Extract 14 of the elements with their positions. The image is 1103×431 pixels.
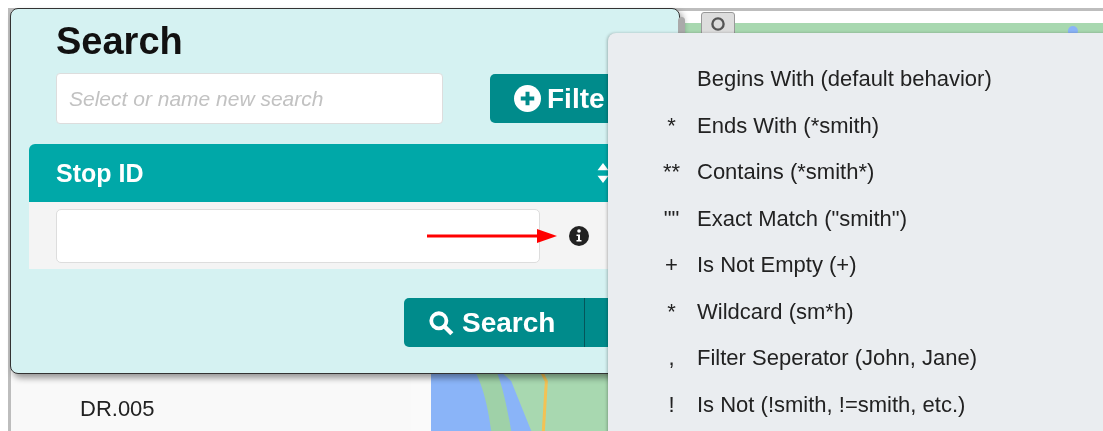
menu-item[interactable]: ! Is Not (!smith, !=smith, etc.)	[608, 381, 1103, 428]
search-button[interactable]: Search	[404, 298, 584, 347]
list-item[interactable]: DR.005	[80, 396, 155, 422]
search-name-field[interactable]: Select or name new search	[56, 73, 443, 124]
menu-item[interactable]: * Wildcard (sm*h)	[608, 288, 1103, 335]
menu-item[interactable]: + Is Not Empty (+)	[608, 242, 1103, 289]
panel-title: Search	[56, 21, 184, 61]
search-icon	[428, 309, 454, 336]
menu-item[interactable]: , Filter Seperator (John, Jane)	[608, 335, 1103, 382]
sort-icon[interactable]	[596, 162, 610, 184]
search-icon	[711, 17, 725, 31]
stop-id-field[interactable]	[56, 208, 540, 263]
info-icon[interactable]	[569, 225, 589, 246]
plus-circle-icon	[514, 85, 541, 112]
